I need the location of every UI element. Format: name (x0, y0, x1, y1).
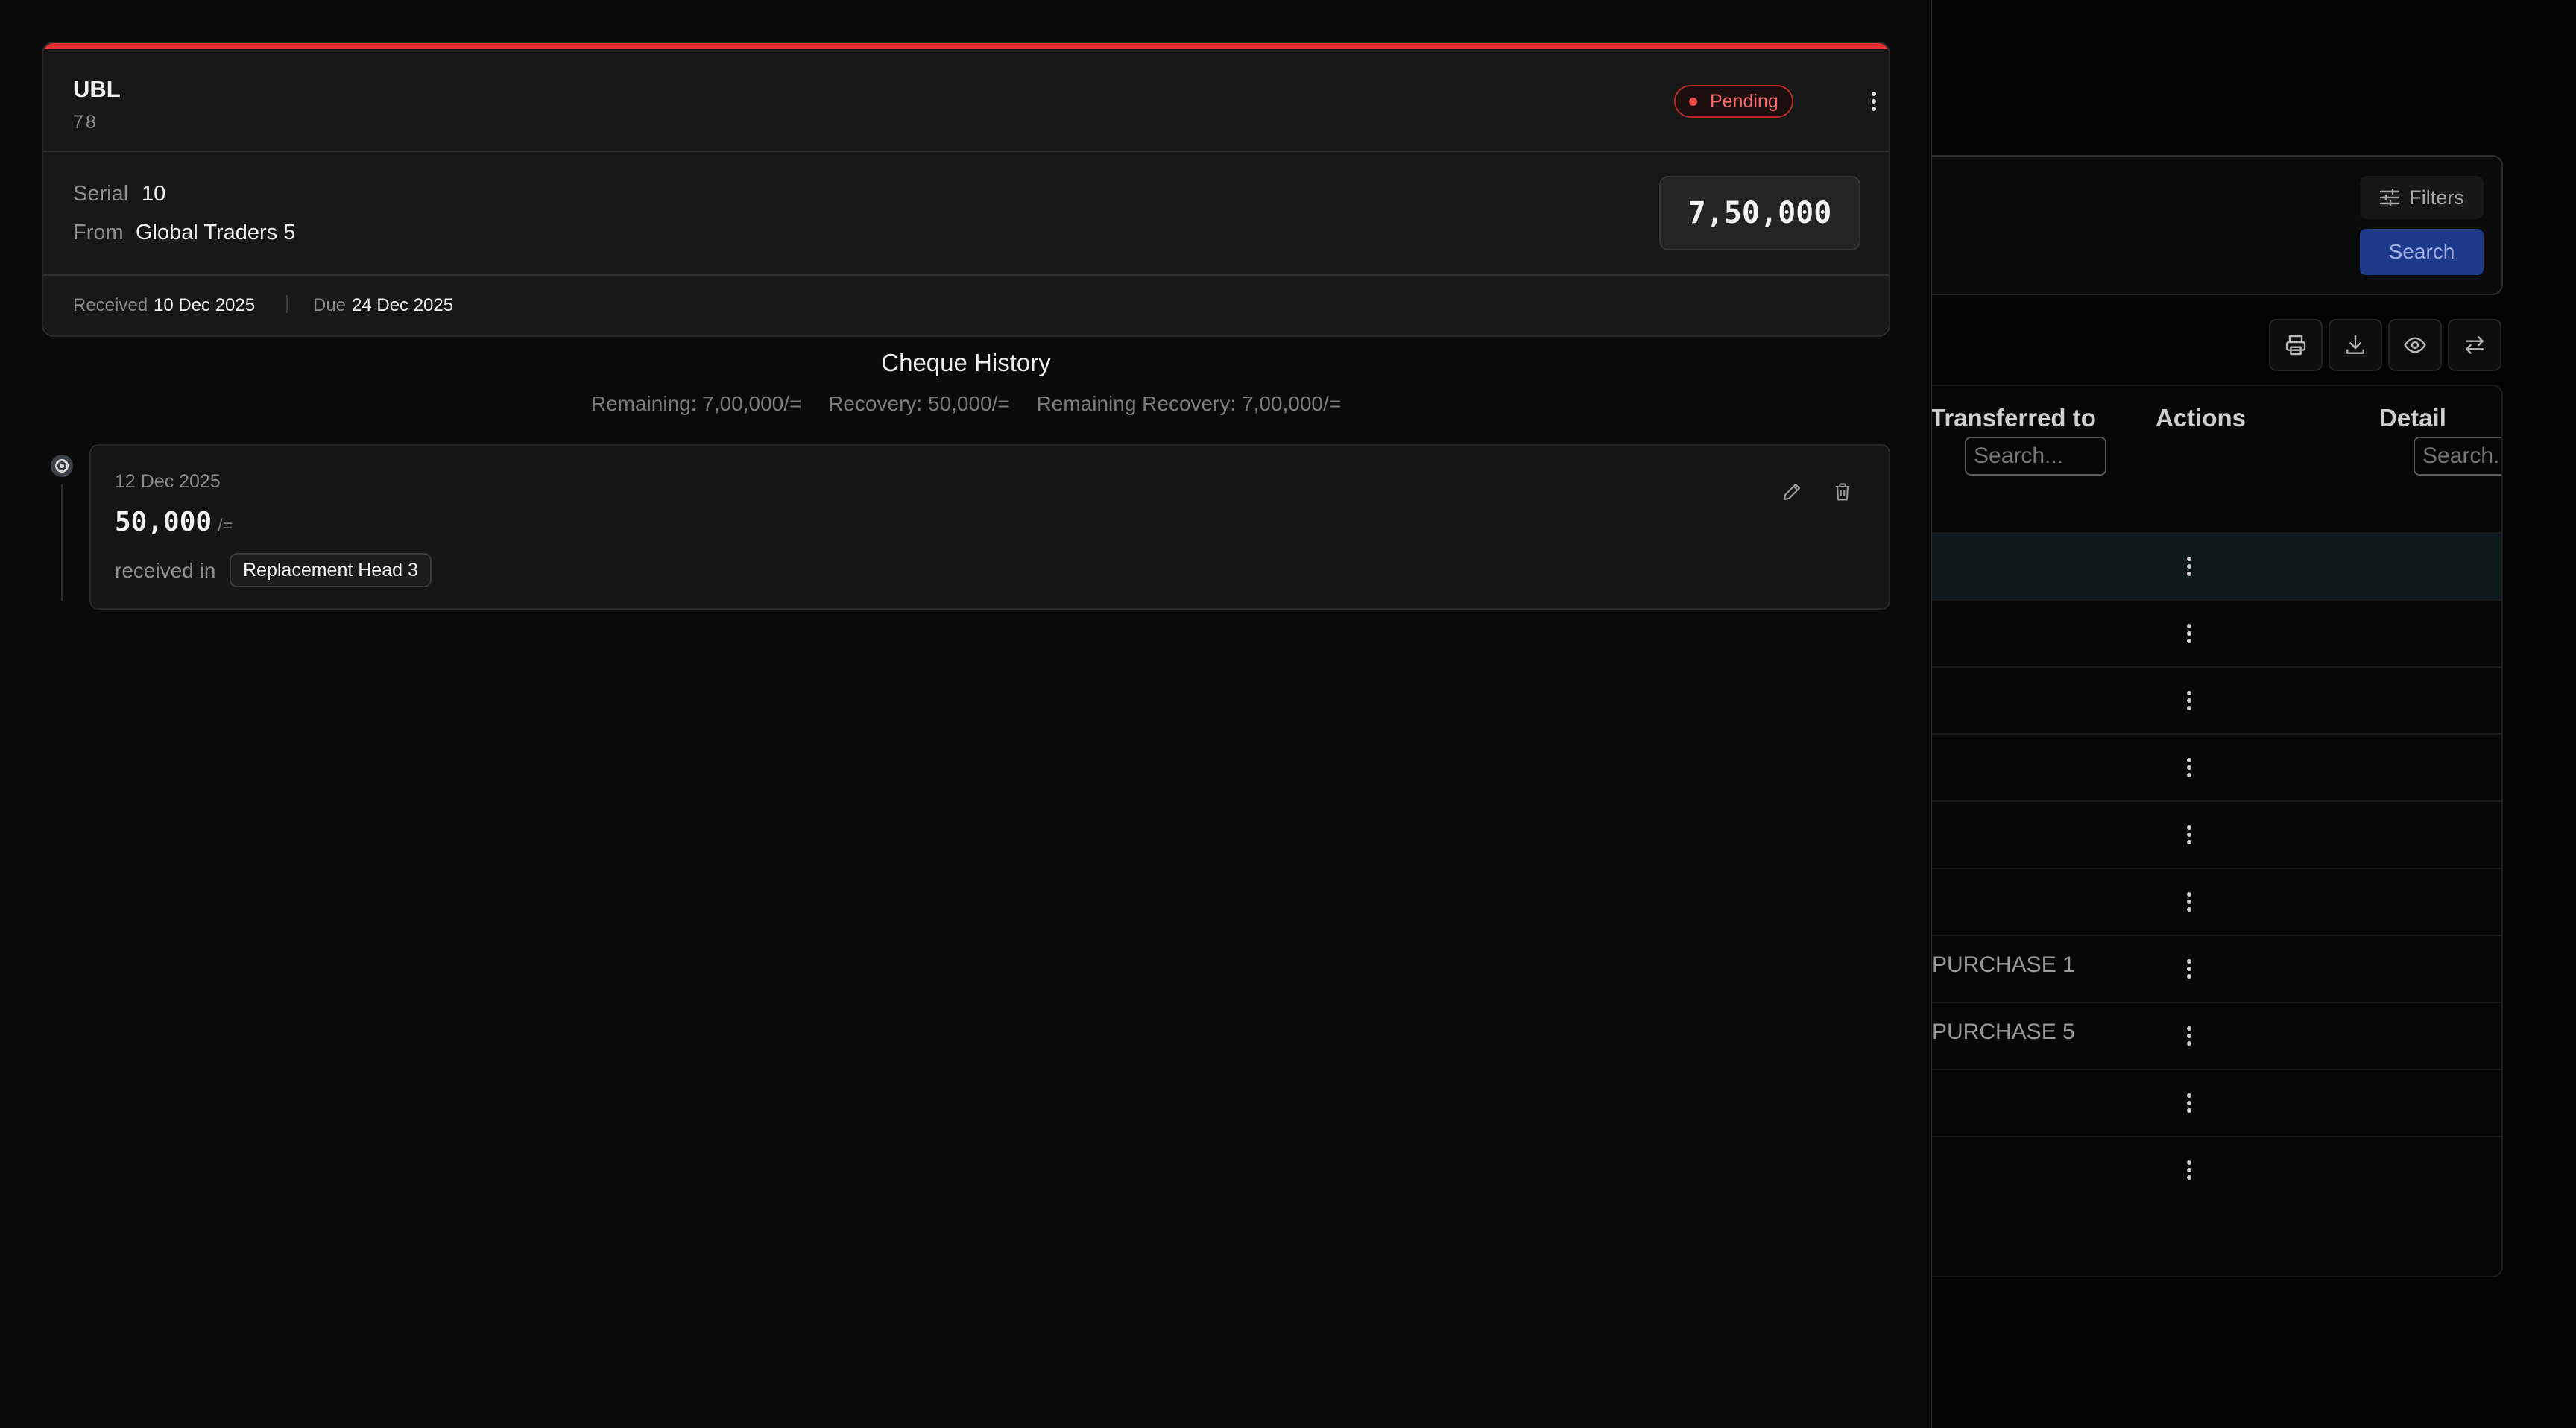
timeline-marker-icon (51, 455, 73, 477)
recovery-amount: Recovery: 50,000/= (828, 392, 1010, 415)
download-button[interactable] (2329, 319, 2382, 371)
edit-entry-button[interactable] (1777, 476, 1807, 508)
table-row[interactable] (1865, 868, 2501, 935)
cheque-menu-button[interactable] (1859, 83, 1889, 119)
from-value: Global Traders 5 (136, 221, 296, 244)
transferred-to-search-input[interactable] (1965, 437, 2106, 476)
row-actions-button[interactable] (2178, 617, 2200, 650)
table-row[interactable] (1865, 733, 2501, 800)
date-separator (286, 295, 288, 313)
column-header-detail: Detail (2379, 404, 2446, 432)
filters-label: Filters (2409, 186, 2464, 209)
entry-date: 12 Dec 2025 (115, 471, 221, 492)
detail-search-input[interactable] (2414, 437, 2501, 476)
more-vertical-icon (2187, 1093, 2191, 1113)
remaining-recovery-amount: Remaining Recovery: 7,00,000/= (1036, 392, 1342, 415)
more-vertical-icon (2187, 691, 2191, 710)
serial-value: 10 (142, 182, 166, 206)
due-label: Due (313, 295, 347, 315)
column-header-transferred-to: Transferred to (1931, 404, 2096, 432)
print-button[interactable] (2269, 319, 2323, 371)
more-vertical-icon (2187, 1026, 2191, 1046)
cheque-card: UBL 78 Pending Serial 10 From Global Tra… (42, 42, 1890, 337)
from-label: From (73, 221, 124, 244)
more-vertical-icon (2187, 1160, 2191, 1180)
card-divider (43, 151, 1889, 152)
entry-unit: /= (218, 516, 233, 536)
table-row[interactable] (1865, 532, 2501, 599)
table-row[interactable]: PURCHASE 1 (1865, 935, 2501, 1002)
row-actions-button[interactable] (2178, 1087, 2200, 1119)
received-date: 10 Dec 2025 (154, 295, 256, 315)
serial-label: Serial (73, 182, 129, 206)
printer-icon (2285, 335, 2306, 356)
bank-name: UBL (73, 76, 121, 102)
search-button[interactable]: Search (2360, 229, 2484, 275)
table-row[interactable]: PURCHASE 5 (1865, 1002, 2501, 1069)
row-actions-button[interactable] (2178, 1020, 2200, 1052)
row-actions-button[interactable] (2178, 952, 2200, 985)
column-header-actions: Actions (2156, 404, 2247, 432)
row-actions-button[interactable] (2178, 751, 2200, 784)
entry-amount: 50,000 (115, 507, 212, 537)
cheques-table: Transferred to Actions Detail PURCHASE 1… (1863, 385, 2503, 1277)
row-actions-button[interactable] (2178, 684, 2200, 717)
history-title: Cheque History (881, 349, 1051, 376)
status-badge: Pending (1674, 85, 1793, 118)
pencil-icon (1783, 483, 1801, 501)
transferred-to-cell: PURCHASE 1 (1932, 952, 2075, 977)
more-vertical-icon (2187, 624, 2191, 643)
table-row[interactable] (1865, 800, 2501, 868)
history-entry: 12 Dec 2025 50,000 /= received in Replac… (89, 444, 1890, 610)
more-vertical-icon (2187, 557, 2191, 576)
trash-icon (1835, 483, 1850, 501)
swap-button[interactable] (2448, 319, 2501, 371)
more-vertical-icon (2187, 959, 2191, 979)
row-actions-button[interactable] (2178, 1154, 2200, 1187)
status-dot-icon (1689, 98, 1697, 106)
card-divider (43, 274, 1889, 276)
download-icon (2346, 335, 2364, 354)
table-row[interactable] (1865, 666, 2501, 733)
bank-code: 78 (73, 112, 98, 133)
row-actions-button[interactable] (2178, 818, 2200, 851)
table-row[interactable] (1865, 599, 2501, 666)
table-row[interactable] (1865, 1069, 2501, 1136)
more-vertical-icon (2187, 892, 2191, 912)
table-row[interactable] (1865, 1136, 2501, 1203)
eye-icon (2404, 337, 2426, 353)
cheque-amount: 7,50,000 (1659, 176, 1860, 250)
status-label: Pending (1710, 90, 1778, 112)
due-date: 24 Dec 2025 (352, 295, 454, 315)
delete-entry-button[interactable] (1828, 476, 1857, 508)
arrows-swap-icon (2466, 336, 2484, 354)
received-label: Received (73, 295, 148, 315)
more-vertical-icon (2187, 758, 2191, 777)
view-button[interactable] (2388, 319, 2442, 371)
sliders-icon (2380, 189, 2400, 206)
row-actions-button[interactable] (2178, 550, 2200, 583)
filters-button[interactable]: Filters (2360, 176, 2484, 219)
cheque-detail-drawer: UBL 78 Pending Serial 10 From Global Tra… (0, 0, 1932, 1428)
remaining-amount: Remaining: 7,00,000/= (590, 392, 802, 415)
more-vertical-icon (1872, 92, 1876, 111)
timeline-line (61, 484, 63, 601)
history-summary: Remaining: 7,00,000/= Recovery: 50,000/=… (0, 392, 1932, 416)
status-accent-bar (43, 43, 1889, 49)
row-actions-button[interactable] (2178, 885, 2200, 918)
filter-panel: Filters Search (1863, 155, 2503, 295)
more-vertical-icon (2187, 825, 2191, 844)
account-tag: Replacement Head 3 (230, 553, 432, 587)
transferred-to-cell: PURCHASE 5 (1932, 1020, 2075, 1044)
received-in-label: received in (115, 559, 216, 582)
